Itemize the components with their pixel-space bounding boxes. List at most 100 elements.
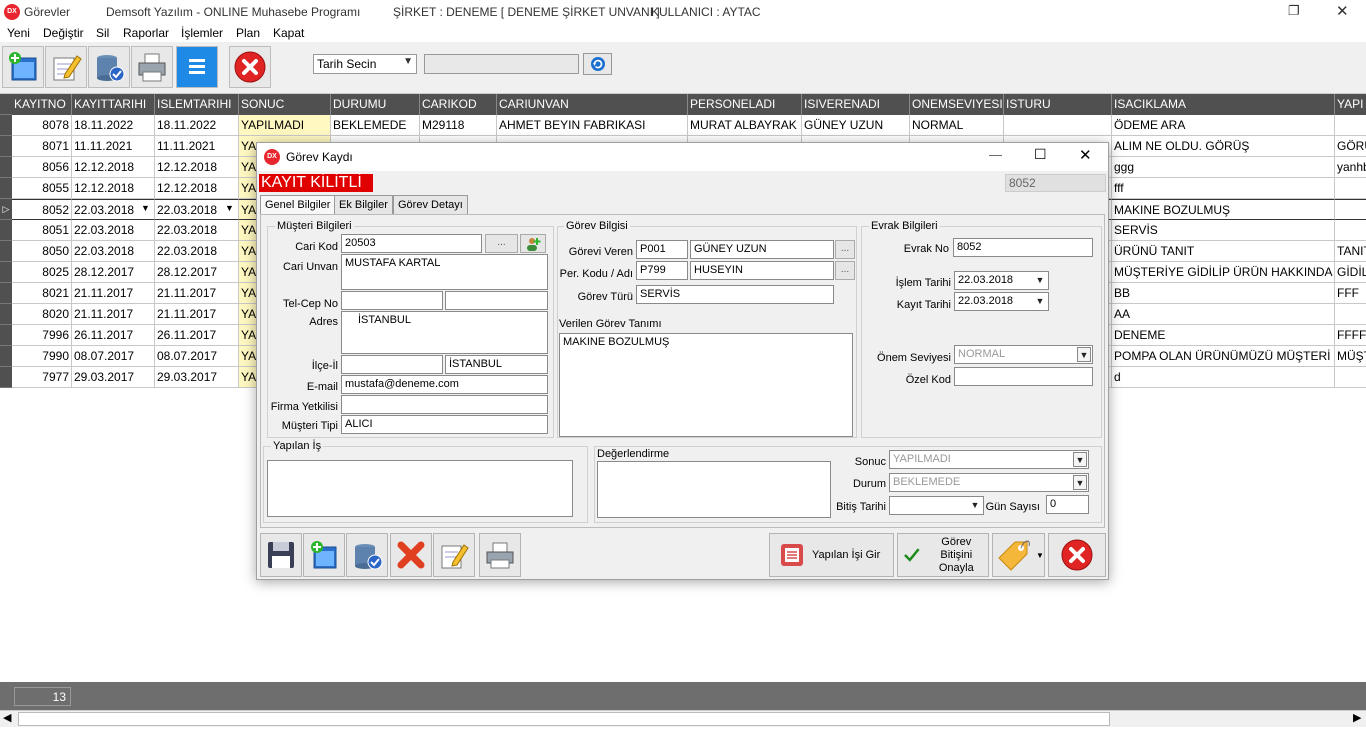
table-cell[interactable]: 8021 xyxy=(12,283,72,304)
table-cell[interactable]: 21.11.2017 xyxy=(72,283,155,304)
firma-yetkilisi-field[interactable] xyxy=(341,395,548,414)
chevron-down-icon[interactable]: ▼ xyxy=(1033,273,1047,288)
gorevi-veren-ad-field[interactable]: GÜNEY UZUN xyxy=(690,240,834,259)
table-cell[interactable]: 28.12.2017 xyxy=(155,262,239,283)
save-button[interactable] xyxy=(260,533,302,577)
table-cell[interactable]: POMPA OLAN ÜRÜNÜMÜZÜ MÜŞTERİ YAN xyxy=(1112,346,1335,367)
table-cell[interactable]: ÖDEME ARA xyxy=(1112,115,1335,136)
table-cell[interactable]: AHMET BEYIN FABRIKASI xyxy=(497,115,688,136)
chevron-down-icon[interactable]: ▼ xyxy=(1073,452,1087,467)
row-indicator[interactable] xyxy=(0,136,12,157)
table-cell[interactable] xyxy=(1335,178,1366,199)
column-header-cariunvan[interactable]: CARIUNVAN xyxy=(497,94,688,115)
column-header-sonuc[interactable]: SONUC xyxy=(239,94,331,115)
table-cell[interactable]: M29118 xyxy=(420,115,497,136)
musteri-tipi-field[interactable]: ALICI xyxy=(341,415,548,434)
table-cell[interactable]: 28.12.2017 xyxy=(72,262,155,283)
tag-dropdown-icon[interactable]: ▼ xyxy=(1036,551,1044,560)
per-lookup-button[interactable]: ... xyxy=(835,261,855,280)
table-cell[interactable]: 12.12.2018 xyxy=(72,178,155,199)
tab-ek-bilgiler[interactable]: Ek Bilgiler xyxy=(334,195,393,215)
table-cell[interactable]: FFFF xyxy=(1335,325,1366,346)
table-cell[interactable]: ggg xyxy=(1112,157,1335,178)
dialog-delete-button[interactable] xyxy=(346,533,388,577)
table-cell[interactable]: 7996 xyxy=(12,325,72,346)
gorev-turu-field[interactable]: SERVİS xyxy=(636,285,834,304)
refresh-button[interactable] xyxy=(583,53,612,75)
scroll-left-icon[interactable]: ◀ xyxy=(3,711,11,724)
date-input[interactable] xyxy=(424,54,579,74)
table-cell[interactable]: BB xyxy=(1112,283,1335,304)
table-cell[interactable]: d xyxy=(1112,367,1335,388)
table-cell[interactable]: 8052 xyxy=(12,199,72,220)
row-indicator[interactable] xyxy=(0,367,12,388)
row-indicator[interactable] xyxy=(0,346,12,367)
table-cell[interactable]: ALIM NE OLDU. GÖRÜŞ xyxy=(1112,136,1335,157)
restore-icon[interactable]: ❐ xyxy=(1288,3,1300,19)
minimize-icon[interactable]: — xyxy=(989,147,1002,162)
dialog-close-icon[interactable]: ✕ xyxy=(1079,146,1092,164)
menu-plan[interactable]: Plan xyxy=(236,26,260,40)
table-cell[interactable]: MÜŞTERİYE GİDİLİP ÜRÜN HAKKINDA TAN xyxy=(1112,262,1335,283)
table-cell[interactable]: fff xyxy=(1112,178,1335,199)
onem-seviyesi-select[interactable]: NORMAL ▼ xyxy=(954,345,1093,364)
table-cell[interactable]: DENEME xyxy=(1112,325,1335,346)
column-header-islemtarihi[interactable]: ISLEMTARIHI xyxy=(155,94,239,115)
table-cell[interactable]: SERVİS xyxy=(1112,220,1335,241)
table-cell[interactable]: 11.11.2021 xyxy=(72,136,155,157)
table-cell[interactable]: 8071 xyxy=(12,136,72,157)
ozel-kod-field[interactable] xyxy=(954,367,1093,386)
column-header-isaciklama[interactable]: ISACIKLAMA xyxy=(1112,94,1335,115)
table-cell[interactable]: AA xyxy=(1112,304,1335,325)
row-indicator[interactable] xyxy=(0,178,12,199)
table-cell[interactable]: 26.11.2017 xyxy=(155,325,239,346)
chevron-down-icon[interactable]: ▼ xyxy=(1077,347,1091,362)
column-header-durumu[interactable]: DURUMU xyxy=(331,94,420,115)
table-cell[interactable] xyxy=(1335,220,1366,241)
table-cell[interactable]: 18.11.2022 xyxy=(72,115,155,136)
table-cell[interactable]: BEKLEMEDE xyxy=(331,115,420,136)
column-header-personeladi[interactable]: PERSONELADI xyxy=(688,94,802,115)
islem-tarihi-field[interactable]: 22.03.2018 ▼ xyxy=(954,271,1049,290)
dialog-new-button[interactable] xyxy=(303,533,345,577)
yapilan-is-field[interactable] xyxy=(267,460,573,517)
table-cell[interactable]: 12.12.2018 xyxy=(155,157,239,178)
table-cell[interactable] xyxy=(1004,115,1112,136)
table-cell[interactable]: 8055 xyxy=(12,178,72,199)
per-kod-field[interactable]: P799 xyxy=(636,261,688,280)
email-field[interactable]: mustafa@deneme.com xyxy=(341,375,548,394)
table-cell[interactable]: 8020 xyxy=(12,304,72,325)
table-cell[interactable] xyxy=(1335,304,1366,325)
menu-yeni[interactable]: Yeni xyxy=(7,26,30,40)
table-cell[interactable]: 29.03.2017 xyxy=(155,367,239,388)
dialog-close-button[interactable] xyxy=(1048,533,1106,577)
column-header-isiverenadi[interactable]: ISIVERENADI xyxy=(802,94,910,115)
column-header-kayitno[interactable]: KAYITNO xyxy=(12,94,72,115)
ilce-field[interactable] xyxy=(341,355,443,374)
cari-kod-field[interactable]: 20503 xyxy=(341,234,482,253)
dialog-cancel-button[interactable] xyxy=(390,533,432,577)
toolbar-edit-button[interactable] xyxy=(45,46,87,88)
menu-kapat[interactable]: Kapat xyxy=(273,26,304,40)
column-header-carikod[interactable]: CARIKOD xyxy=(420,94,497,115)
table-cell[interactable]: GÜNEY UZUN xyxy=(802,115,910,136)
table-cell[interactable]: ÜRÜNÜ TANIT xyxy=(1112,241,1335,262)
table-cell[interactable]: TANIT xyxy=(1335,241,1366,262)
chevron-down-icon[interactable]: ▼ xyxy=(1033,294,1047,309)
tel-field[interactable] xyxy=(341,291,443,310)
toolbar-close-button[interactable] xyxy=(229,46,271,88)
row-indicator[interactable] xyxy=(0,157,12,178)
il-field[interactable]: İSTANBUL xyxy=(445,355,548,374)
table-cell[interactable] xyxy=(1335,367,1366,388)
table-cell[interactable]: 22.03.2018 xyxy=(155,220,239,241)
table-cell[interactable]: 29.03.2017 xyxy=(72,367,155,388)
row-indicator[interactable] xyxy=(0,325,12,346)
toolbar-list-button[interactable] xyxy=(176,46,218,88)
table-cell[interactable]: yanhb xyxy=(1335,157,1366,178)
tag-button[interactable]: ▼ xyxy=(992,533,1045,577)
column-header-yapi[interactable]: YAPI xyxy=(1335,94,1366,115)
tab-gorev-detayi[interactable]: Görev Detayı xyxy=(393,195,468,215)
chevron-down-icon[interactable]: ▼ xyxy=(141,203,150,213)
table-cell[interactable] xyxy=(1335,199,1366,220)
gorevi-veren-lookup-button[interactable]: ... xyxy=(835,240,855,259)
